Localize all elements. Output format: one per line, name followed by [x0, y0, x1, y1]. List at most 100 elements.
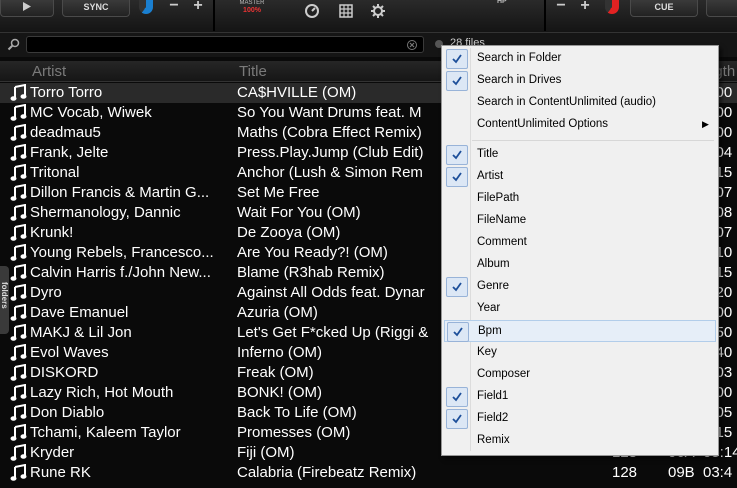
play-button[interactable] [0, 0, 54, 17]
play-icon [23, 2, 31, 11]
cell-title: Promesses (OM) [237, 424, 351, 441]
music-note-icon [10, 324, 27, 341]
menu-item-artist[interactable]: Artist [444, 166, 716, 188]
clear-search-icon[interactable] [407, 40, 417, 50]
menu-item-search-in-drives[interactable]: Search in Drives [444, 70, 716, 92]
menu-item-field1[interactable]: Field1 [444, 386, 716, 408]
cue-button[interactable]: CUE [630, 0, 698, 17]
menu-item-label: Title [477, 148, 499, 160]
master-volume[interactable]: MASTER 100% [228, 0, 276, 16]
cell-artist: Lazy Rich, Hot Mouth [30, 384, 174, 401]
menu-item-label: Key [477, 346, 497, 358]
menu-item-key[interactable]: Key [444, 342, 716, 364]
cell-title: Fiji (OM) [237, 444, 295, 461]
music-note-icon [10, 124, 27, 141]
minus-button-left[interactable]: − [166, 0, 182, 16]
cell-title: Maths (Cobra Effect Remix) [237, 124, 422, 141]
menu-item-label: ContentUnlimited Options [477, 118, 609, 130]
cell-artist: Tchami, Kaleem Taylor [30, 424, 181, 441]
music-note-icon [10, 404, 27, 421]
cell-title: CA$HVILLE (OM) [237, 84, 357, 101]
cell-title: De Zooya (OM) [237, 224, 341, 241]
plus-button-left[interactable]: + [190, 0, 206, 16]
menu-item-search-in-folder[interactable]: Search in Folder [444, 48, 716, 70]
music-note-icon [10, 304, 27, 321]
menu-item-bpm[interactable]: Bpm [444, 320, 716, 342]
menu-item-album[interactable]: Album [444, 254, 716, 276]
check-icon [446, 71, 468, 91]
grid-icon[interactable] [338, 3, 354, 19]
cell-title: Anchor (Lush & Simon Rem [237, 164, 423, 181]
check-icon [446, 145, 468, 165]
menu-item-year[interactable]: Year [444, 298, 716, 320]
hp-label: HP [497, 0, 507, 5]
music-note-icon [10, 284, 27, 301]
menu-item-label: Year [477, 302, 501, 314]
cell-title: Press.Play.Jump (Club Edit) [237, 144, 424, 161]
menu-item-search-in-contentunlimited[interactable]: Search in ContentUnlimited (audio) [444, 92, 716, 114]
cell-bpm: 128 [612, 464, 638, 481]
cell-artist: Dyro [30, 284, 62, 301]
music-note-icon [10, 344, 27, 361]
menu-item-genre[interactable]: Genre [444, 276, 716, 298]
menu-item-contentunlimited-options[interactable]: ContentUnlimited Options ▶ [444, 114, 716, 136]
menu-item-label: FileName [477, 214, 527, 226]
cell-length: 03:4 [703, 464, 733, 481]
menu-item-filename[interactable]: FileName [444, 210, 716, 232]
cell-title: So You Want Drums feat. M [237, 104, 422, 121]
menu-item-field2[interactable]: Field2 [444, 408, 716, 430]
music-note-icon [10, 424, 27, 441]
cell-title: BONK! (OM) [237, 384, 322, 401]
cell-artist: MAKJ & Lil Jon [30, 324, 132, 341]
menu-item-title[interactable]: Title [444, 144, 716, 166]
minus-button-right[interactable]: − [553, 0, 569, 16]
folders-tab[interactable]: folders [0, 266, 9, 334]
music-note-icon [10, 364, 27, 381]
check-icon [447, 322, 469, 342]
music-note-icon [10, 104, 27, 121]
deck-toolbar: SYNC − + MASTER 100% HP − + CUE [0, 0, 737, 33]
table-row[interactable]: Rune RK Calabria (Firebeatz Remix) 128 0… [0, 463, 737, 483]
menu-item-label: FilePath [477, 192, 520, 204]
cell-artist: Shermanology, Dannic [30, 204, 181, 221]
menu-separator [472, 140, 714, 141]
cell-artist: Don Diablo [30, 404, 105, 421]
menu-item-label: Search in Drives [477, 74, 562, 86]
cell-artist: Evol Waves [30, 344, 109, 361]
cell-artist: Kryder [30, 444, 75, 461]
menu-item-label: Genre [477, 280, 509, 292]
deck-button-right[interactable] [706, 0, 737, 17]
search-icon [7, 38, 20, 51]
cell-key: 09B [668, 464, 695, 481]
pitch-knob-right[interactable] [605, 0, 619, 14]
clock-icon[interactable] [304, 3, 320, 19]
gear-icon[interactable] [370, 3, 386, 19]
cell-artist: Rune RK [30, 464, 91, 481]
cell-artist: MC Vocab, Wiwek [30, 104, 152, 121]
column-header-artist[interactable]: Artist [32, 63, 66, 80]
column-header-title[interactable]: Title [239, 63, 267, 80]
menu-item-filepath[interactable]: FilePath [444, 188, 716, 210]
check-icon [446, 167, 468, 187]
cell-title: Are You Ready?! (OM) [237, 244, 388, 261]
menu-item-remix[interactable]: Remix [444, 430, 716, 452]
menu-item-label: Comment [477, 236, 527, 248]
menu-item-comment[interactable]: Comment [444, 232, 716, 254]
check-icon [446, 409, 468, 429]
music-note-icon [10, 464, 27, 481]
menu-item-label: Artist [477, 170, 504, 182]
cell-artist: Dillon Francis & Martin G... [30, 184, 210, 201]
cell-artist: Torro Torro [30, 84, 103, 101]
cell-artist: DISKORD [30, 364, 99, 381]
cell-title: Set Me Free [237, 184, 320, 201]
sync-button[interactable]: SYNC [62, 0, 130, 17]
music-note-icon [10, 444, 27, 461]
search-input[interactable] [26, 36, 424, 53]
menu-item-label: Bpm [478, 325, 502, 337]
divider [213, 0, 215, 31]
plus-button-right[interactable]: + [577, 0, 593, 16]
menu-item-composer[interactable]: Composer [444, 364, 716, 386]
music-note-icon [10, 184, 27, 201]
music-note-icon [10, 144, 27, 161]
pitch-knob-left[interactable] [139, 0, 153, 14]
